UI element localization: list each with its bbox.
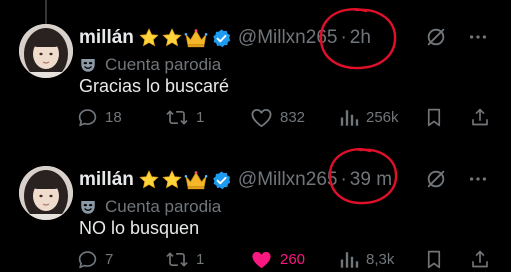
repost-count: 1	[196, 109, 205, 126]
reply-count: 18	[105, 109, 122, 126]
bookmark-icon	[427, 250, 441, 269]
like-button[interactable]: 832	[250, 107, 305, 128]
tweet-header-actions	[425, 26, 489, 48]
parody-label: Cuenta parodia	[79, 197, 221, 217]
reply-button[interactable]: 18	[77, 107, 122, 128]
author-name[interactable]: millán	[79, 169, 134, 191]
author-handle[interactable]: @Millxn265	[238, 169, 338, 191]
star-icon	[139, 170, 159, 189]
tweet-actions: 18 1 832 256k	[77, 107, 497, 129]
star-icon	[162, 170, 182, 189]
repost-button[interactable]: 1	[165, 249, 204, 270]
more-options-button[interactable]	[467, 168, 489, 190]
share-button[interactable]	[470, 249, 497, 270]
avatar[interactable]	[19, 166, 73, 220]
parody-mask-icon	[81, 59, 95, 72]
crown-icon	[184, 171, 208, 190]
like-count: 260	[280, 251, 306, 268]
timestamp[interactable]: 39 m	[350, 169, 392, 191]
bookmark-icon	[427, 108, 441, 127]
views-count: 8,3k	[366, 251, 395, 268]
reply-button[interactable]: 7	[77, 249, 113, 270]
author-name[interactable]: millán	[79, 27, 134, 49]
crown-icon	[184, 29, 208, 48]
author-handle[interactable]: @Millxn265	[238, 27, 338, 49]
tweet-header-actions	[425, 168, 489, 190]
parody-mask-icon	[81, 201, 95, 214]
bookmark-button[interactable]	[425, 107, 450, 128]
star-icon	[162, 28, 182, 47]
separator-dot: ·	[340, 27, 347, 48]
views-chart-icon	[340, 110, 359, 126]
grok-button[interactable]	[425, 168, 447, 190]
repost-icon	[166, 252, 188, 267]
badge-group	[138, 27, 233, 49]
verified-badge-icon[interactable]	[211, 28, 232, 49]
reply-icon	[78, 109, 97, 127]
tweet-actions: 7 1 260 8,3k	[77, 249, 497, 271]
heart-filled-icon	[252, 251, 271, 269]
views-chart-icon	[340, 252, 359, 268]
parody-label-text: Cuenta parodia	[105, 197, 222, 216]
reply-count: 7	[105, 251, 114, 268]
tweet-text: NO lo busquen	[79, 218, 200, 238]
separator-dot: ·	[340, 169, 347, 190]
tweet[interactable]: millán @Millxn265 · 2h Cuenta parodia Gr…	[0, 0, 511, 130]
more-dots-icon	[469, 177, 487, 181]
views-button[interactable]: 256k	[339, 107, 399, 128]
tweet-text: Gracias lo buscaré	[79, 76, 230, 96]
repost-count: 1	[196, 251, 205, 268]
share-button[interactable]	[470, 107, 497, 128]
share-icon	[472, 250, 488, 268]
tweet-header: millán @Millxn265 · 2h	[79, 25, 371, 51]
views-count: 256k	[366, 109, 399, 126]
repost-button[interactable]: 1	[165, 107, 204, 128]
views-button[interactable]: 8,3k	[339, 249, 394, 270]
share-icon	[472, 108, 488, 126]
grok-button[interactable]	[425, 26, 447, 48]
badge-group	[138, 169, 233, 191]
repost-icon	[166, 110, 188, 125]
more-options-button[interactable]	[467, 26, 489, 48]
tweet[interactable]: millán @Millxn265 · 39 m Cuenta parodia …	[0, 142, 511, 272]
verified-badge-icon[interactable]	[211, 170, 232, 191]
grok-icon	[427, 28, 445, 46]
heart-icon	[251, 108, 272, 127]
parody-label: Cuenta parodia	[79, 55, 221, 75]
reply-icon	[78, 251, 97, 269]
parody-label-text: Cuenta parodia	[105, 55, 222, 74]
more-dots-icon	[469, 35, 487, 39]
timestamp[interactable]: 2h	[350, 27, 371, 49]
star-icon	[139, 28, 159, 47]
tweet-header: millán @Millxn265 · 39 m	[79, 167, 392, 193]
like-button[interactable]: 260	[250, 249, 305, 270]
bookmark-button[interactable]	[425, 249, 450, 270]
like-count: 832	[280, 109, 306, 126]
grok-icon	[427, 170, 445, 188]
avatar[interactable]	[19, 24, 73, 78]
